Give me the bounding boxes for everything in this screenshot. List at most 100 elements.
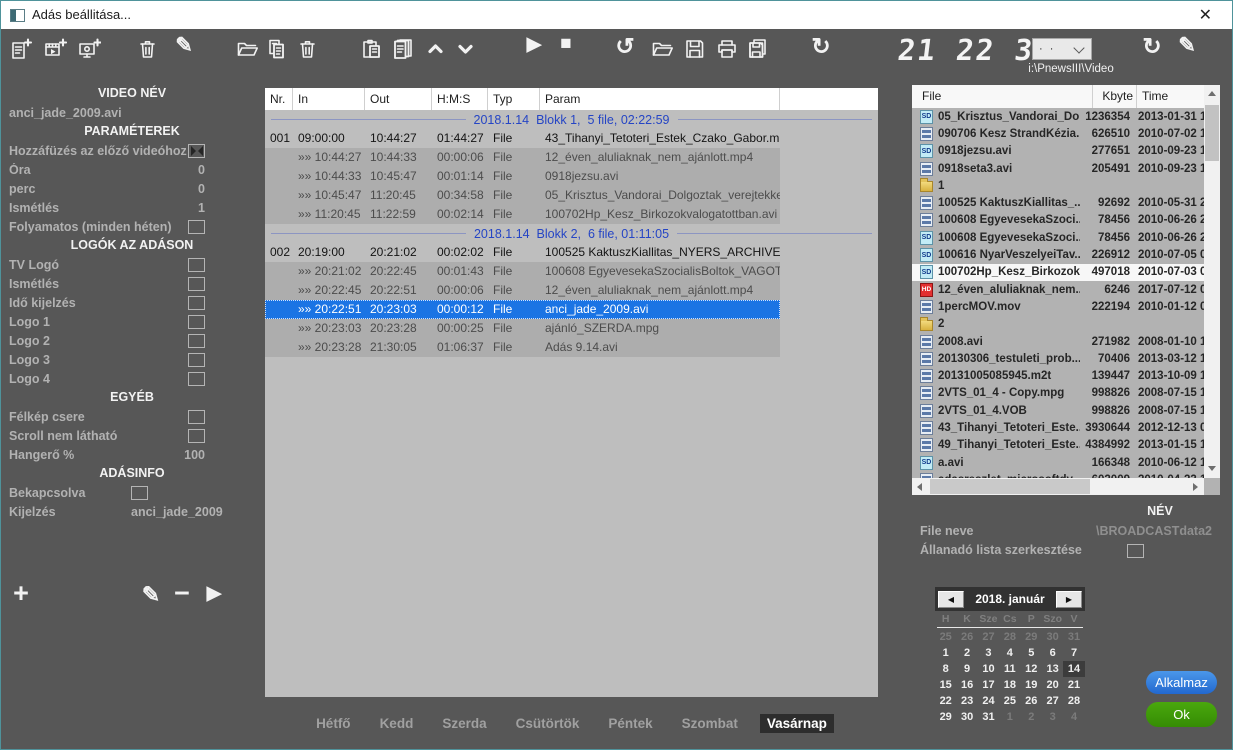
file-row[interactable]: 20130306_testuleti_prob...704062013-03-1… bbox=[912, 350, 1204, 367]
calendar-day[interactable]: 3 bbox=[1042, 709, 1063, 725]
refresh-right-icon[interactable]: ↻ bbox=[1139, 33, 1165, 60]
calendar-day[interactable]: 31 bbox=[1063, 629, 1084, 645]
calendar-day[interactable]: 17 bbox=[978, 677, 999, 693]
calendar-day[interactable]: 18 bbox=[999, 677, 1020, 693]
horizontal-scroll-thumb[interactable] bbox=[930, 479, 1090, 494]
calendar-day[interactable]: 6 bbox=[1042, 645, 1063, 661]
tab-vasárnap[interactable]: Vasárnap bbox=[760, 714, 834, 733]
edit-button[interactable]: ✎ bbox=[138, 582, 164, 608]
schedule-row[interactable]: »» 10:45:4711:20:4500:34:58File05_Kriszt… bbox=[265, 186, 780, 205]
file-column-header[interactable]: Kbyte bbox=[1093, 85, 1137, 108]
calendar-day[interactable]: 25 bbox=[999, 693, 1020, 709]
calendar-day[interactable]: 8 bbox=[935, 661, 956, 677]
checkbox-unchecked[interactable] bbox=[188, 220, 205, 234]
schedule-row[interactable]: »» 10:44:2710:44:3300:00:06File12_éven_a… bbox=[265, 148, 780, 167]
delete-icon[interactable] bbox=[136, 36, 160, 62]
tab-hétfő[interactable]: Hétfő bbox=[309, 714, 358, 733]
calendar-day[interactable]: 3 bbox=[978, 645, 999, 661]
apply-button[interactable]: Alkalmaz bbox=[1146, 671, 1217, 694]
calendar-day[interactable]: 12 bbox=[1021, 661, 1042, 677]
checkbox-unchecked[interactable] bbox=[188, 315, 205, 329]
tab-szombat[interactable]: Szombat bbox=[675, 714, 745, 733]
schedule-row[interactable]: 00220:19:0020:21:0200:02:02File100525 Ka… bbox=[265, 243, 780, 262]
add-display-icon[interactable] bbox=[77, 36, 101, 62]
delete-2-icon[interactable] bbox=[296, 36, 320, 62]
calendar-day[interactable]: 2 bbox=[1021, 709, 1042, 725]
checkbox-unchecked[interactable] bbox=[188, 277, 205, 291]
drive-select-dropdown[interactable]: · · bbox=[1032, 38, 1092, 60]
calendar-day[interactable]: 22 bbox=[935, 693, 956, 709]
calendar-day[interactable]: 9 bbox=[956, 661, 977, 677]
calendar-day[interactable]: 28 bbox=[1063, 693, 1084, 709]
calendar-day[interactable]: 16 bbox=[956, 677, 977, 693]
move-down-icon[interactable] bbox=[454, 36, 478, 62]
tab-szerda[interactable]: Szerda bbox=[435, 714, 493, 733]
open-folder-2-icon[interactable] bbox=[651, 36, 675, 62]
add-video-icon[interactable] bbox=[43, 36, 67, 62]
checkbox-unchecked[interactable] bbox=[188, 410, 205, 424]
file-row[interactable]: 100616 NyarVeszelyeiTav...2269122010-07-… bbox=[912, 246, 1204, 263]
calendar-day[interactable]: 21 bbox=[1063, 677, 1084, 693]
schedule-row[interactable]: »» 20:22:4520:22:5100:00:06File12_éven_a… bbox=[265, 281, 780, 300]
file-row[interactable]: a.avi1663482010-06-12 1 bbox=[912, 454, 1204, 471]
file-row[interactable]: 100608 EgyevesekaSzoci...784562010-06-26… bbox=[912, 212, 1204, 229]
save-pages-icon[interactable] bbox=[746, 36, 770, 62]
calendar-day[interactable]: 13 bbox=[1042, 661, 1063, 677]
calendar-day[interactable]: 7 bbox=[1063, 645, 1084, 661]
ok-button[interactable]: Ok bbox=[1146, 702, 1217, 727]
scroll-up-icon[interactable] bbox=[1208, 91, 1216, 96]
calendar-day[interactable]: 27 bbox=[1042, 693, 1063, 709]
file-row[interactable]: 0918jezsu.avi2776512010-09-23 1 bbox=[912, 143, 1204, 160]
schedule-row[interactable]: »» 20:23:2821:30:0501:06:37FileAdás 9.14… bbox=[265, 338, 780, 357]
file-row[interactable]: 2VTS_01_4.VOB9988262008-07-15 1 bbox=[912, 402, 1204, 419]
file-row[interactable]: 05_Krisztus_Vandorai_Do...12363542013-01… bbox=[912, 108, 1204, 125]
file-row[interactable]: 43_Tihanyi_Tetoteri_Este...39306442012-1… bbox=[912, 419, 1204, 436]
undo-icon[interactable]: ↺ bbox=[612, 33, 638, 60]
calendar-day[interactable]: 11 bbox=[999, 661, 1020, 677]
print-icon[interactable] bbox=[715, 36, 739, 62]
add-list-icon[interactable] bbox=[9, 36, 33, 62]
calendar-day[interactable]: 31 bbox=[978, 709, 999, 725]
refresh-icon[interactable]: ↻ bbox=[808, 33, 834, 60]
file-row[interactable]: 090706 Kesz StrandKézia...6265102010-07-… bbox=[912, 125, 1204, 142]
tab-péntek[interactable]: Péntek bbox=[601, 714, 659, 733]
calendar-day[interactable]: 2 bbox=[956, 645, 977, 661]
calendar-day[interactable]: 23 bbox=[956, 693, 977, 709]
calendar-prev-button[interactable]: ◀ bbox=[938, 591, 964, 608]
vertical-scrollbar[interactable] bbox=[1204, 85, 1220, 478]
edit-icon[interactable]: ✎ bbox=[171, 33, 197, 58]
close-button[interactable]: ✕ bbox=[1193, 5, 1218, 25]
checkbox-unchecked[interactable] bbox=[188, 258, 205, 272]
file-row[interactable]: 1percMOV.mov2221942010-01-12 0 bbox=[912, 298, 1204, 315]
scroll-right-icon[interactable] bbox=[1193, 483, 1198, 491]
calendar-day[interactable]: 10 bbox=[978, 661, 999, 677]
calendar-day-selected[interactable]: 14 bbox=[1063, 661, 1084, 677]
file-row-selected[interactable]: 100702Hp_Kesz_Birkozok...4970182010-07-0… bbox=[912, 264, 1204, 281]
file-row[interactable]: 0918seta3.avi2054912010-09-23 1 bbox=[912, 160, 1204, 177]
calendar-day[interactable]: 4 bbox=[1063, 709, 1084, 725]
file-row[interactable]: 1 bbox=[912, 177, 1204, 194]
edit-right-icon[interactable]: ✎ bbox=[1174, 33, 1200, 58]
remove-button[interactable]: − bbox=[169, 578, 195, 609]
checkbox-unchecked[interactable] bbox=[188, 353, 205, 367]
file-column-header[interactable]: Time bbox=[1137, 85, 1204, 108]
scroll-left-icon[interactable] bbox=[917, 483, 922, 491]
horizontal-scrollbar[interactable] bbox=[912, 478, 1204, 495]
tab-csütörtök[interactable]: Csütörtök bbox=[509, 714, 587, 733]
calendar-day[interactable]: 15 bbox=[935, 677, 956, 693]
save-icon[interactable] bbox=[683, 36, 707, 62]
calendar-day[interactable]: 29 bbox=[1021, 629, 1042, 645]
calendar-day[interactable]: 4 bbox=[999, 645, 1020, 661]
copy-icon[interactable] bbox=[265, 36, 289, 62]
play-icon[interactable]: ▶ bbox=[521, 33, 547, 56]
schedule-row[interactable]: »» 20:21:0220:22:4500:01:43File100608 Eg… bbox=[265, 262, 780, 281]
calendar-day[interactable]: 5 bbox=[1021, 645, 1042, 661]
file-row[interactable]: 2VTS_01_4 - Copy.mpg9988262008-07-15 1 bbox=[912, 385, 1204, 402]
calendar-day[interactable]: 19 bbox=[1021, 677, 1042, 693]
file-column-header[interactable]: File bbox=[912, 85, 1093, 108]
checkbox-unchecked[interactable] bbox=[131, 486, 148, 500]
file-row[interactable]: 49_Tihanyi_Tetoteri_Este...43849922013-0… bbox=[912, 437, 1204, 454]
vertical-scroll-thumb[interactable] bbox=[1205, 105, 1219, 161]
move-up-icon[interactable] bbox=[424, 36, 448, 62]
permanent-list-checkbox[interactable] bbox=[1127, 544, 1144, 558]
